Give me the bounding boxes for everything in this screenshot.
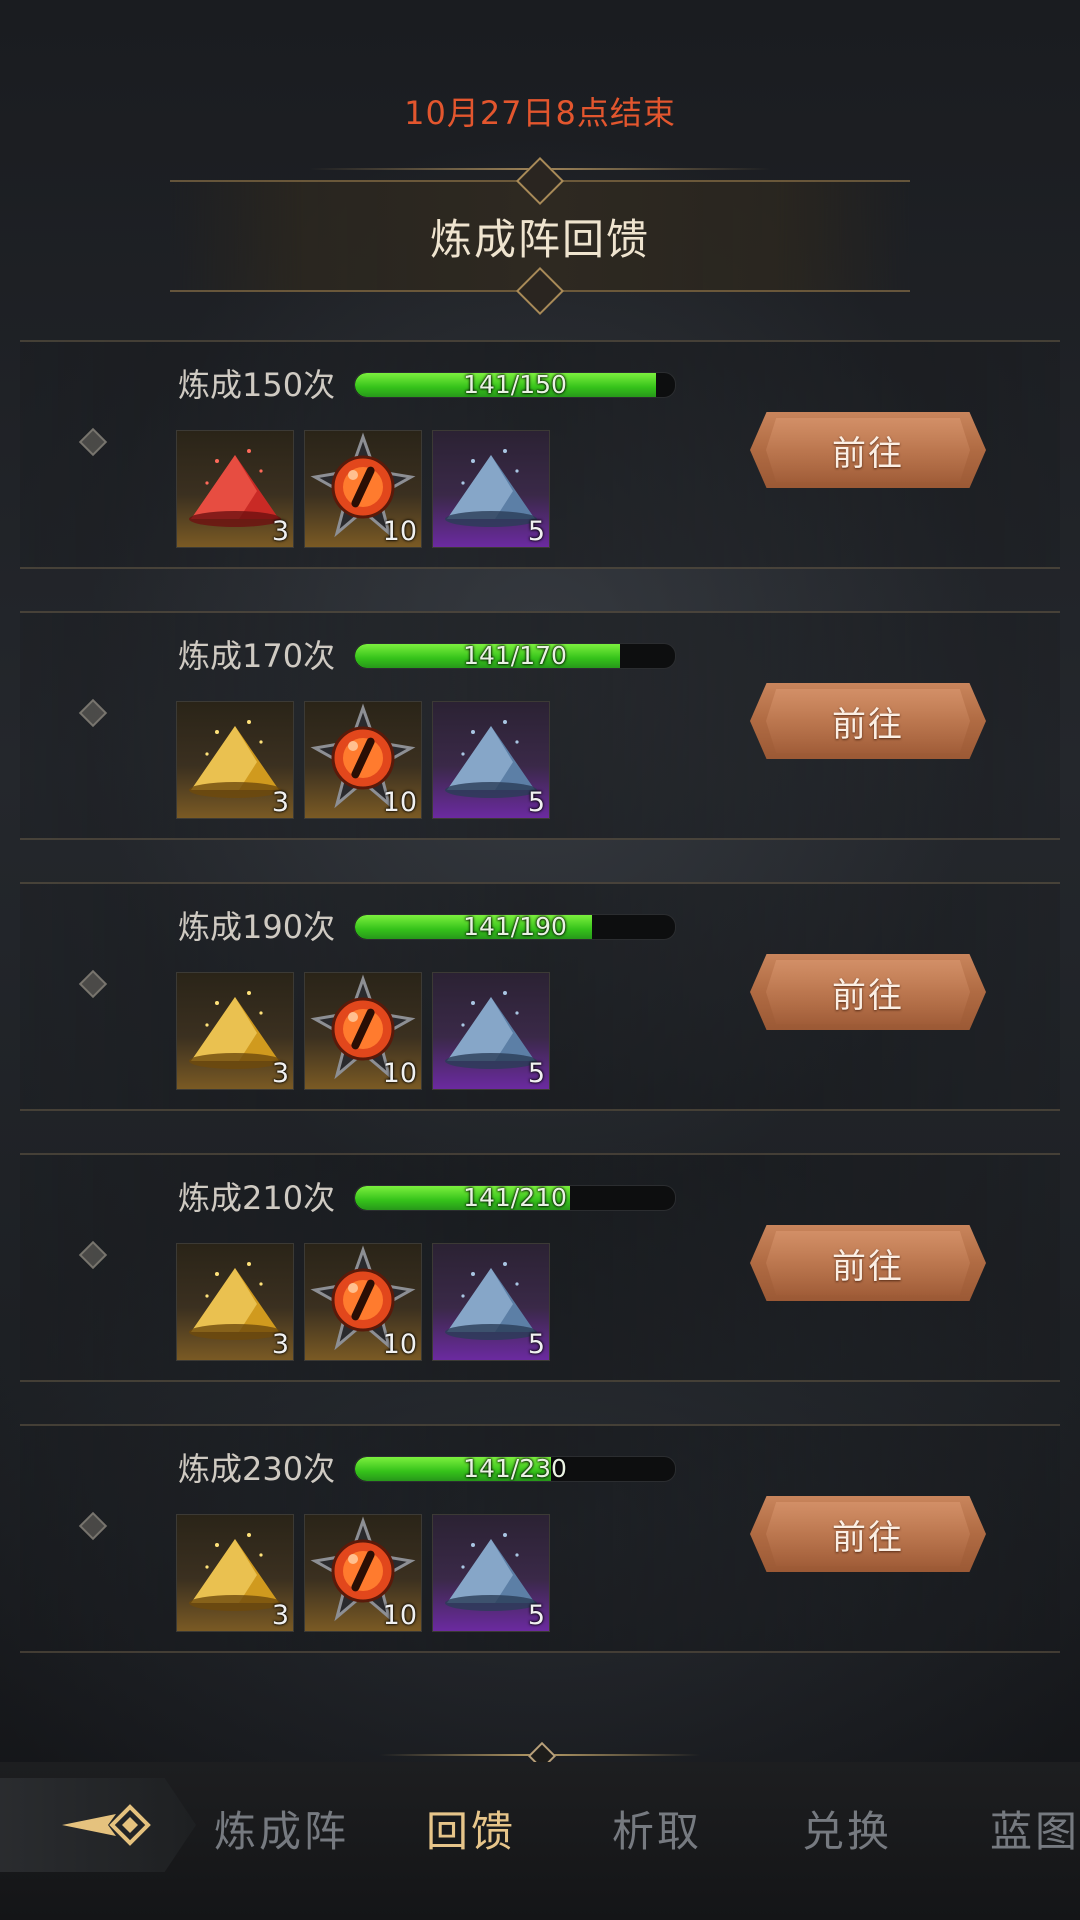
reward-milestone-label: 炼成230次 bbox=[178, 1450, 336, 1488]
item-count: 10 bbox=[382, 1600, 417, 1631]
progress-text: 141/190 bbox=[463, 914, 567, 940]
progress-text: 141/230 bbox=[463, 1456, 567, 1482]
reward-item[interactable]: 3 bbox=[176, 972, 294, 1090]
reward-milestone-label: 炼成150次 bbox=[178, 366, 336, 404]
goto-button[interactable]: 前往 bbox=[750, 954, 986, 1030]
item-count: 5 bbox=[527, 1058, 545, 1089]
reward-items: 3 10 5 bbox=[176, 701, 550, 819]
reward-item[interactable]: 10 bbox=[304, 1243, 422, 1361]
item-count: 10 bbox=[382, 787, 417, 818]
goto-button[interactable]: 前往 bbox=[750, 1496, 986, 1572]
goto-button-label: 前往 bbox=[832, 976, 904, 1015]
item-count: 10 bbox=[382, 516, 417, 547]
goto-button-label: 前往 bbox=[832, 1247, 904, 1286]
reward-items: 3 10 5 bbox=[176, 972, 550, 1090]
item-count: 3 bbox=[271, 1329, 289, 1360]
reward-row: 炼成190次 141/190 3 10 5 前往 bbox=[20, 882, 1060, 1111]
progress-bar: 141/210 bbox=[354, 1185, 676, 1211]
goto-button[interactable]: 前往 bbox=[750, 1225, 986, 1301]
tab-4[interactable]: 蓝图 bbox=[990, 1798, 1080, 1858]
reward-item[interactable]: 3 bbox=[176, 1514, 294, 1632]
item-count: 3 bbox=[271, 787, 289, 818]
reward-items: 3 10 5 bbox=[176, 1243, 550, 1361]
reward-milestone-label: 炼成210次 bbox=[178, 1179, 336, 1217]
progress-bar: 141/170 bbox=[354, 643, 676, 669]
item-count: 10 bbox=[382, 1058, 417, 1089]
arrow-back-icon bbox=[62, 1804, 151, 1846]
row-diamond-icon bbox=[78, 1240, 108, 1270]
reward-item[interactable]: 5 bbox=[432, 430, 550, 548]
item-count: 3 bbox=[271, 1058, 289, 1089]
reward-row: 炼成150次 141/150 3 10 5 前往 bbox=[20, 340, 1060, 569]
reward-row: 炼成210次 141/210 3 10 5 前往 bbox=[20, 1153, 1060, 1382]
item-count: 3 bbox=[271, 516, 289, 547]
reward-item[interactable]: 10 bbox=[304, 430, 422, 548]
item-count: 10 bbox=[382, 1329, 417, 1360]
tab-1[interactable]: 回馈 bbox=[426, 1798, 516, 1858]
item-count: 3 bbox=[271, 1600, 289, 1631]
item-count: 5 bbox=[527, 787, 545, 818]
reward-milestone-label: 炼成170次 bbox=[178, 637, 336, 675]
reward-milestone-label: 炼成190次 bbox=[178, 908, 336, 946]
reward-item[interactable]: 3 bbox=[176, 701, 294, 819]
reward-item[interactable]: 5 bbox=[432, 701, 550, 819]
item-count: 5 bbox=[527, 1329, 545, 1360]
progress-bar: 141/190 bbox=[354, 914, 676, 940]
event-end-timer: 10月27日8点结束 bbox=[404, 94, 676, 132]
reward-item[interactable]: 10 bbox=[304, 1514, 422, 1632]
row-diamond-icon bbox=[78, 969, 108, 999]
screen: 10月27日8点结束 炼成阵回馈 炼成150次 141/150 3 10 5 前往 炼成17… bbox=[0, 0, 1080, 1920]
page-banner: 炼成阵回馈 bbox=[170, 156, 910, 316]
progress-text: 141/210 bbox=[463, 1185, 567, 1211]
reward-items: 3 10 5 bbox=[176, 1514, 550, 1632]
reward-row: 炼成170次 141/170 3 10 5 前往 bbox=[20, 611, 1060, 840]
reward-item[interactable]: 3 bbox=[176, 430, 294, 548]
reward-item[interactable]: 3 bbox=[176, 1243, 294, 1361]
goto-button[interactable]: 前往 bbox=[750, 412, 986, 488]
bottom-navigation: 炼成阵 回馈 析取 兑换 蓝图 bbox=[0, 1762, 1080, 1920]
progress-text: 141/170 bbox=[463, 643, 567, 669]
reward-item[interactable]: 5 bbox=[432, 972, 550, 1090]
row-diamond-icon bbox=[78, 1511, 108, 1541]
goto-button[interactable]: 前往 bbox=[750, 683, 986, 759]
progress-text: 141/150 bbox=[463, 372, 567, 398]
reward-items: 3 10 5 bbox=[176, 430, 550, 548]
tab-2[interactable]: 析取 bbox=[612, 1798, 702, 1858]
back-button[interactable] bbox=[0, 1778, 196, 1872]
tab-3[interactable]: 兑换 bbox=[802, 1798, 892, 1858]
item-count: 5 bbox=[527, 1600, 545, 1631]
reward-item[interactable]: 10 bbox=[304, 701, 422, 819]
item-count: 5 bbox=[527, 516, 545, 547]
progress-bar: 141/230 bbox=[354, 1456, 676, 1482]
reward-row: 炼成230次 141/230 3 10 5 前往 bbox=[20, 1424, 1060, 1653]
goto-button-label: 前往 bbox=[832, 1518, 904, 1557]
row-diamond-icon bbox=[78, 427, 108, 457]
reward-item[interactable]: 5 bbox=[432, 1243, 550, 1361]
row-diamond-icon bbox=[78, 698, 108, 728]
goto-button-label: 前往 bbox=[832, 705, 904, 744]
reward-item[interactable]: 5 bbox=[432, 1514, 550, 1632]
tab-0[interactable]: 炼成阵 bbox=[214, 1798, 349, 1858]
progress-bar: 141/150 bbox=[354, 372, 676, 398]
goto-button-label: 前往 bbox=[832, 434, 904, 473]
reward-item[interactable]: 10 bbox=[304, 972, 422, 1090]
